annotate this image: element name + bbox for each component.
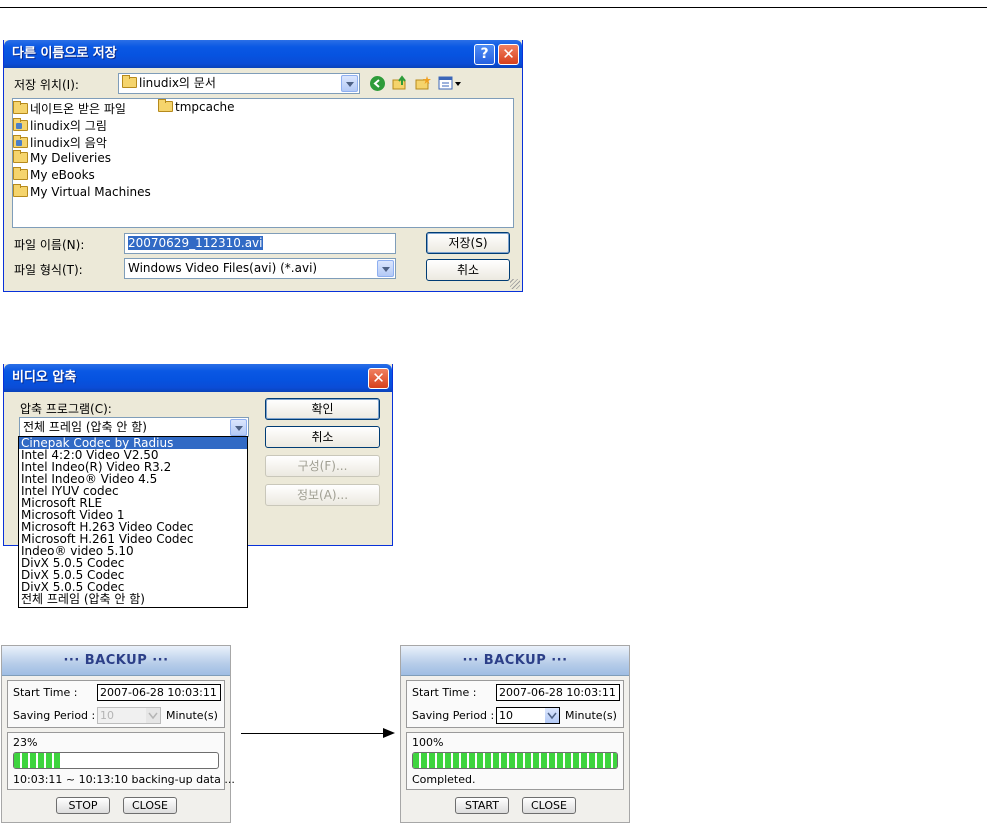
- chevron-down-icon[interactable]: [230, 419, 247, 436]
- backup-progress-box: 23% 10:03:11 ~ 10:13:10 backing-up data …: [7, 732, 235, 790]
- start-button[interactable]: START: [455, 797, 509, 814]
- close-button[interactable]: CLOSE: [522, 797, 576, 814]
- configure-button[interactable]: 구성(F)...: [265, 455, 380, 477]
- filename-input[interactable]: 20070629_112310.avi: [124, 233, 396, 254]
- resize-grip-icon[interactable]: [510, 279, 520, 289]
- save-dialog-titlebar: 다른 이름으로 저장 ? ✕: [4, 40, 522, 68]
- saving-period-select[interactable]: 10: [97, 707, 161, 724]
- codec-dropdown-list[interactable]: Cinepak Codec by Radius Intel 4:2:0 Vide…: [18, 436, 248, 608]
- folder-icon: [122, 75, 137, 88]
- pictures-folder-icon: [13, 118, 28, 131]
- progress-fill: [413, 753, 617, 768]
- progress-fill: [14, 753, 61, 768]
- compress-dialog-title: 비디오 압축: [12, 370, 77, 385]
- folder-icon: [13, 150, 28, 163]
- close-button[interactable]: ✕: [498, 44, 519, 65]
- list-item[interactable]: 네이트온 받은 파일: [13, 100, 126, 117]
- save-location-label: 저장 위치(I):: [14, 78, 79, 92]
- minutes-unit-label: Minute(s): [166, 709, 218, 722]
- file-list[interactable]: 네이트온 받은 파일 linudix의 그림 linudix의 음악 My De…: [12, 98, 514, 228]
- save-location-combo[interactable]: linudix의 문서: [118, 73, 360, 94]
- compress-dialog-titlebar: 비디오 압축 ✕: [4, 364, 392, 392]
- folder-icon: [13, 101, 28, 114]
- list-item[interactable]: My Deliveries: [13, 150, 111, 165]
- start-time-input[interactable]: 2007-06-28 10:03:11: [97, 684, 221, 701]
- new-folder-icon[interactable]: [415, 75, 431, 91]
- saving-period-value: 10: [499, 709, 513, 722]
- filetype-label: 파일 형식(T):: [14, 263, 83, 277]
- ok-button[interactable]: 확인: [265, 398, 380, 420]
- chevron-down-icon[interactable]: [341, 75, 358, 92]
- list-item[interactable]: linudix의 음악: [13, 134, 107, 151]
- back-icon[interactable]: [370, 76, 385, 91]
- arrow-line: [241, 733, 383, 734]
- saving-period-label: Saving Period :: [412, 709, 495, 722]
- chevron-down-icon[interactable]: [377, 260, 394, 277]
- close-button[interactable]: ✕: [368, 368, 389, 389]
- top-rule: [0, 7, 987, 8]
- start-time-input[interactable]: 2007-06-28 10:03:11: [496, 684, 620, 701]
- filetype-value: Windows Video Files(avi) (*.avi): [128, 261, 318, 275]
- progress-bar: [13, 752, 219, 769]
- progress-bar: [412, 752, 618, 769]
- list-item[interactable]: linudix의 그림: [13, 117, 107, 134]
- cancel-button[interactable]: 취소: [426, 259, 510, 281]
- saving-period-value: 10: [100, 709, 114, 722]
- backup-status: Completed.: [412, 773, 476, 786]
- close-button[interactable]: CLOSE: [123, 797, 177, 814]
- backup-settings-box: Start Time : 2007-06-28 10:03:11 Saving …: [7, 680, 225, 728]
- backup-title: ··· BACKUP ···: [401, 646, 629, 676]
- backup-settings-box: Start Time : 2007-06-28 10:03:11 Saving …: [406, 680, 624, 728]
- save-button[interactable]: 저장(S): [426, 232, 510, 254]
- music-folder-icon: [13, 135, 28, 148]
- saving-period-label: Saving Period :: [13, 709, 96, 722]
- compressor-label: 압축 프로그램(C):: [20, 402, 112, 416]
- help-button[interactable]: ?: [474, 44, 495, 65]
- start-time-label: Start Time :: [13, 686, 78, 699]
- cancel-button[interactable]: 취소: [265, 426, 380, 448]
- start-time-label: Start Time :: [412, 686, 477, 699]
- stop-button[interactable]: STOP: [56, 797, 110, 814]
- backup-panel-in-progress: ··· BACKUP ··· Start Time : 2007-06-28 1…: [1, 645, 235, 823]
- minutes-unit-label: Minute(s): [565, 709, 617, 722]
- folder-icon: [158, 99, 173, 112]
- backup-title: ··· BACKUP ···: [2, 646, 230, 676]
- folder-icon: [13, 167, 28, 180]
- backup-progress-box: 100% Completed.: [406, 732, 624, 790]
- filename-value: 20070629_112310.avi: [128, 236, 263, 250]
- progress-percent: 23%: [13, 736, 38, 749]
- folder-icon: [13, 184, 28, 197]
- backup-panel-completed: ··· BACKUP ··· Start Time : 2007-06-28 1…: [400, 645, 630, 823]
- saving-period-select[interactable]: 10: [496, 707, 560, 724]
- chevron-down-icon[interactable]: [146, 708, 160, 723]
- chevron-down-icon[interactable]: [545, 708, 559, 723]
- arrow-right-icon: [383, 728, 395, 738]
- filetype-combo[interactable]: Windows Video Files(avi) (*.avi): [124, 258, 396, 279]
- backup-status: 10:03:11 ~ 10:13:10 backing-up data ...: [13, 773, 235, 786]
- list-item[interactable]: 전체 프레임 (압축 안 함): [19, 593, 247, 605]
- about-button[interactable]: 정보(A)...: [265, 484, 380, 506]
- compressor-value: 전체 프레임 (압축 안 함): [23, 420, 147, 434]
- list-item[interactable]: tmpcache: [158, 99, 235, 114]
- progress-percent: 100%: [412, 736, 444, 749]
- up-folder-icon[interactable]: [392, 75, 408, 91]
- view-menu-icon[interactable]: [438, 76, 462, 91]
- save-dialog-title: 다른 이름으로 저장: [12, 46, 117, 61]
- list-item[interactable]: My eBooks: [13, 167, 95, 182]
- save-as-dialog: 다른 이름으로 저장 ? ✕ 저장 위치(I): linudix의 문서 네이트…: [3, 40, 523, 292]
- filename-label: 파일 이름(N):: [14, 238, 85, 252]
- save-location-value: linudix의 문서: [139, 76, 216, 90]
- compressor-combo[interactable]: 전체 프레임 (압축 안 함): [19, 417, 249, 437]
- list-item[interactable]: My Virtual Machines: [13, 184, 151, 199]
